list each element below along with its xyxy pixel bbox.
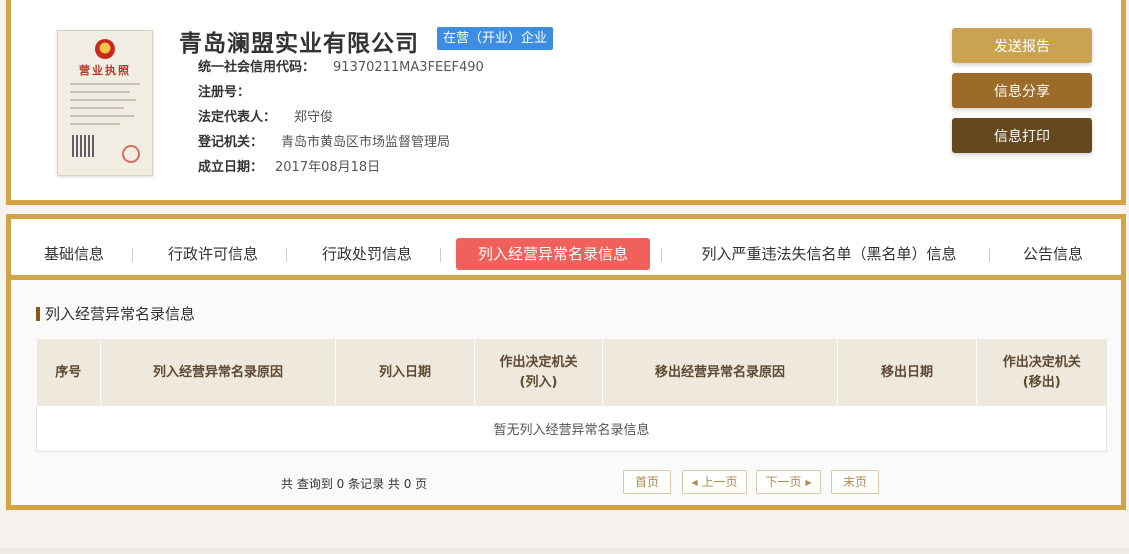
- first-page-button[interactable]: 首页: [623, 470, 671, 494]
- status-badge: 在营（开业）企业: [437, 27, 554, 50]
- prev-page-button[interactable]: ◀ 上一页: [682, 470, 747, 494]
- share-info-button[interactable]: 信息分享: [952, 73, 1092, 108]
- info-row-established: 成立日期： 2017年08月18日: [198, 158, 380, 178]
- tab-announcements[interactable]: 公告信息: [1006, 238, 1100, 270]
- info-label: 登记机关：: [198, 135, 264, 150]
- company-name: 青岛澜盟实业有限公司: [179, 31, 419, 57]
- tab-admin-license[interactable]: 行政许可信息: [151, 238, 275, 270]
- send-report-button[interactable]: 发送报告: [952, 28, 1092, 63]
- abnormal-list-table: 序号 列入经营异常名录原因 列入日期 作出决定机关 (列入) 移出经营异常名录原因…: [36, 339, 1107, 452]
- info-row-legal-rep: 法定代表人： 郑守俊: [198, 108, 333, 128]
- info-value: 91370211MA3FEEF490: [333, 60, 484, 75]
- header-subtext: (列入): [519, 374, 558, 390]
- column-header-date-out: 移出日期: [837, 339, 977, 406]
- column-header-date-in: 列入日期: [335, 339, 475, 406]
- header-text: 列入经营异常名录原因: [152, 364, 283, 380]
- company-card: 营业执照 青岛澜盟实业有限公司 在营（开业）企业 统一社会信用代码： 913702…: [6, 0, 1126, 205]
- header-text: 作出决定机关: [499, 354, 578, 370]
- chevron-right-icon: ▶: [805, 478, 812, 487]
- info-row-credit-code: 统一社会信用代码： 91370211MA3FEEF490: [198, 58, 484, 78]
- info-label: 法定代表人：: [198, 110, 277, 125]
- chevron-left-icon: ◀: [691, 478, 698, 487]
- tab-separator: [132, 248, 133, 262]
- first-page-label: 首页: [634, 475, 659, 489]
- info-row-reg-number: 注册号：: [198, 83, 268, 103]
- column-header-index: 序号: [36, 339, 101, 406]
- header-text: 作出决定机关: [1002, 354, 1081, 370]
- next-page-label: 下一页: [765, 475, 802, 489]
- main-card: 基础信息 行政许可信息 行政处罚信息 列入经营异常名录信息 列入严重违法失信名单…: [6, 214, 1126, 510]
- page-bottom-strip: [0, 548, 1129, 554]
- column-header-authority-out: 作出决定机关 (移出): [976, 339, 1107, 406]
- tab-admin-penalty[interactable]: 行政处罚信息: [305, 238, 429, 270]
- column-header-authority-in: 作出决定机关 (列入): [474, 339, 603, 406]
- national-emblem-icon: [95, 39, 115, 59]
- column-header-reason-in: 列入经营异常名录原因: [100, 339, 336, 406]
- info-label: 注册号：: [198, 85, 251, 100]
- table-header-row: 序号 列入经营异常名录原因 列入日期 作出决定机关 (列入) 移出经营异常名录原因…: [36, 339, 1107, 406]
- license-text-line: [70, 99, 136, 101]
- license-text-line: [70, 107, 124, 109]
- last-page-button[interactable]: 末页: [831, 470, 879, 494]
- info-value: 郑守俊: [294, 110, 334, 125]
- license-text-line: [70, 91, 130, 93]
- header-text: 列入日期: [378, 364, 431, 380]
- license-text-line: [70, 83, 140, 85]
- header-text: 序号: [55, 364, 82, 380]
- next-page-button[interactable]: 下一页 ▶: [756, 470, 821, 494]
- tab-separator: [286, 248, 287, 262]
- header-text: 移出经营异常名录原因: [654, 364, 785, 380]
- column-header-reason-out: 移出经营异常名录原因: [602, 339, 838, 406]
- section-title: 列入经营异常名录信息: [36, 305, 195, 323]
- official-seal-icon: [122, 145, 140, 163]
- last-page-label: 末页: [842, 475, 867, 489]
- info-value: 青岛市黄岛区市场监督管理局: [281, 135, 451, 150]
- pagination-summary: 共 查询到 0 条记录 共 0 页: [281, 477, 428, 491]
- tab-separator: [989, 248, 990, 262]
- print-info-button[interactable]: 信息打印: [952, 118, 1092, 153]
- info-label: 统一社会信用代码：: [198, 60, 316, 75]
- table-row: 暂无列入经营异常名录信息: [36, 406, 1107, 452]
- license-text-line: [70, 115, 134, 117]
- qr-code-icon: [72, 135, 94, 157]
- license-text-line: [70, 123, 120, 125]
- tab-basic-info[interactable]: 基础信息: [29, 238, 119, 270]
- empty-message: 暂无列入经营异常名录信息: [36, 406, 1107, 452]
- info-row-authority: 登记机关： 青岛市黄岛区市场监督管理局: [198, 133, 450, 153]
- tab-abnormal-operations[interactable]: 列入经营异常名录信息: [456, 238, 650, 270]
- info-value: 2017年08月18日: [275, 160, 381, 175]
- business-license-image[interactable]: 营业执照: [57, 30, 153, 176]
- info-label: 成立日期：: [198, 160, 264, 175]
- tab-bar: 基础信息 行政许可信息 行政处罚信息 列入经营异常名录信息 列入严重违法失信名单…: [11, 219, 1121, 280]
- prev-page-label: 上一页: [701, 475, 738, 489]
- license-title: 营业执照: [79, 64, 131, 77]
- header-subtext: (移出): [1022, 374, 1061, 390]
- tab-separator: [661, 248, 662, 262]
- tab-separator: [440, 248, 441, 262]
- tab-blacklist[interactable]: 列入严重违法失信名单（黑名单）信息: [679, 238, 979, 270]
- header-text: 移出日期: [880, 364, 933, 380]
